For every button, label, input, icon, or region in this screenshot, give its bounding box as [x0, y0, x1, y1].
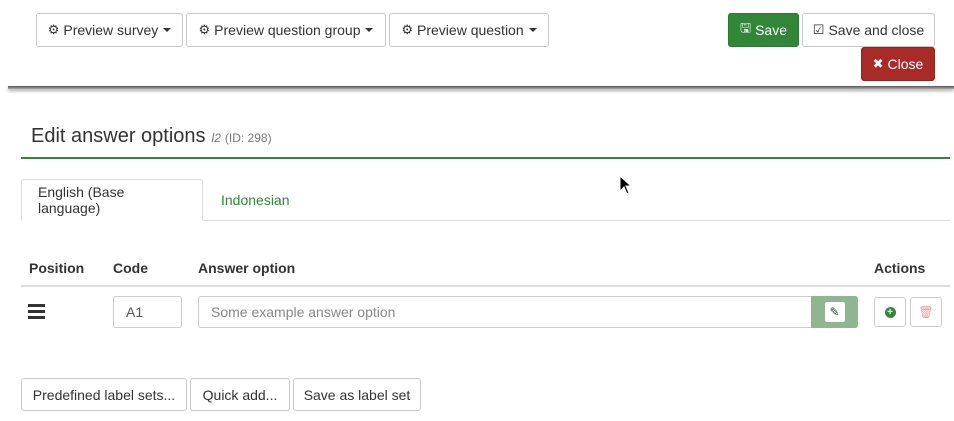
caret-down-icon [365, 28, 374, 32]
floppy-disk-icon: 🖫 [740, 20, 752, 35]
quick-add-button[interactable]: Quick add... [190, 378, 290, 411]
question-code: l2 [211, 131, 221, 145]
trash-icon: 🗑 [918, 305, 934, 319]
close-icon: ✖ [872, 56, 884, 71]
caret-down-icon [528, 28, 537, 32]
close-button[interactable]: ✖ Close [861, 47, 935, 81]
answer-option-input[interactable] [198, 296, 811, 328]
table-header-divider [21, 285, 950, 287]
preview-survey-label: Preview survey [63, 22, 159, 38]
preview-question-group-button[interactable]: ⚙ Preview question group [186, 13, 386, 47]
header-position: Position [29, 260, 85, 276]
tab-english[interactable]: English (Base language) [21, 179, 203, 221]
predefined-label-sets-label: Predefined label sets... [32, 386, 176, 403]
title-underline [21, 157, 950, 159]
save-and-close-label: Save and close [828, 22, 925, 38]
predefined-label-sets-button[interactable]: Predefined label sets... [21, 378, 187, 411]
preview-question-label: Preview question [417, 22, 524, 38]
add-row-button[interactable]: + [874, 297, 906, 327]
header-code: Code [113, 260, 148, 276]
mouse-cursor-icon [619, 175, 633, 195]
save-and-close-button[interactable]: ☑ Save and close [802, 13, 935, 47]
save-label: Save [755, 22, 787, 38]
check-square-icon: ☑ [812, 22, 825, 37]
preview-survey-button[interactable]: ⚙ Preview survey [36, 13, 183, 47]
gear-icon: ⚙ [401, 22, 414, 37]
edit-answer-button[interactable]: ✎ [811, 296, 858, 328]
question-id: (ID: 298) [224, 131, 272, 145]
tab-indonesian[interactable]: Indonesian [205, 179, 306, 221]
drag-handle-icon[interactable] [28, 304, 45, 322]
save-as-label-set-button[interactable]: Save as label set [293, 378, 421, 411]
caret-down-icon [163, 28, 172, 32]
close-label: Close [887, 56, 924, 72]
preview-question-group-label: Preview question group [214, 22, 361, 38]
gear-icon: ⚙ [47, 22, 60, 37]
page-title: Edit answer options l2 (ID: 298) [31, 125, 272, 148]
delete-row-button[interactable]: 🗑 [910, 297, 942, 327]
save-button[interactable]: 🖫 Save [728, 13, 799, 47]
pencil-icon: ✎ [824, 302, 845, 322]
plus-circle-icon: + [884, 306, 896, 318]
preview-question-button[interactable]: ⚙ Preview question [389, 13, 549, 47]
header-answer-option: Answer option [198, 260, 296, 276]
page-title-text: Edit answer options [31, 125, 206, 147]
save-as-label-set-label: Save as label set [303, 386, 411, 403]
header-actions: Actions [874, 260, 926, 276]
gear-icon: ⚙ [198, 22, 211, 37]
toolbar-divider [8, 86, 954, 89]
quick-add-label: Quick add... [202, 386, 278, 403]
code-input[interactable] [113, 296, 182, 328]
